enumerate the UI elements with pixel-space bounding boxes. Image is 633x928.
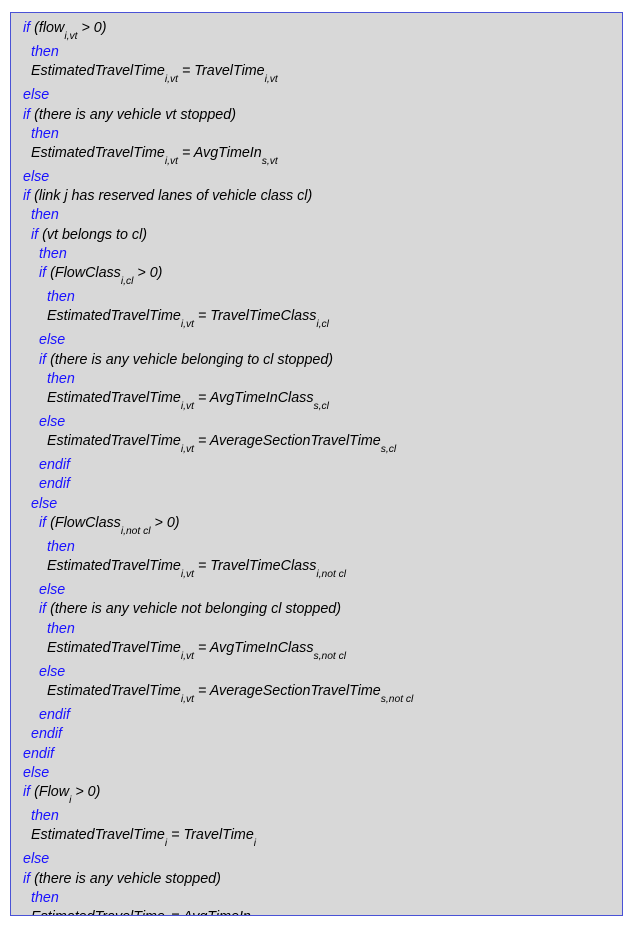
code-line: then	[19, 245, 614, 264]
code-line: then	[19, 43, 614, 62]
code-line: then	[19, 538, 614, 557]
code-line: then	[19, 620, 614, 639]
code-line: then	[19, 288, 614, 307]
page: if (flowi,vt > 0)thenEstimatedTravelTime…	[0, 0, 633, 928]
code-line: then	[19, 807, 614, 826]
code-line: if (vt belongs to cl)	[19, 226, 614, 245]
code-line: if (there is any vehicle belonging to cl…	[19, 351, 614, 370]
code-line: EstimatedTravelTimei = AvgTimeIns	[19, 908, 614, 916]
code-line: EstimatedTravelTimei,vt = AverageSection…	[19, 432, 614, 456]
code-line: else	[19, 168, 614, 187]
code-line: if (FlowClassi,cl > 0)	[19, 264, 614, 288]
code-line: else	[19, 663, 614, 682]
code-line: EstimatedTravelTimei,vt = AvgTimeIns,vt	[19, 144, 614, 168]
code-line: else	[19, 413, 614, 432]
code-line: else	[19, 331, 614, 350]
code-line: EstimatedTravelTimei,vt = AvgTimeInClass…	[19, 389, 614, 413]
code-line: EstimatedTravelTimei,vt = TravelTimeClas…	[19, 557, 614, 581]
code-line: if (link j has reserved lanes of vehicle…	[19, 187, 614, 206]
code-line: else	[19, 495, 614, 514]
code-line: then	[19, 889, 614, 908]
code-line: else	[19, 764, 614, 783]
code-line: EstimatedTravelTimei,vt = TravelTimeClas…	[19, 307, 614, 331]
code-line: if (Flowi > 0)	[19, 783, 614, 807]
code-line: if (there is any vehicle stopped)	[19, 870, 614, 889]
code-line: if (FlowClassi,not cl > 0)	[19, 514, 614, 538]
code-line: if (there is any vehicle not belonging c…	[19, 600, 614, 619]
code-line: if (there is any vehicle vt stopped)	[19, 106, 614, 125]
code-line: EstimatedTravelTimei,vt = AverageSection…	[19, 682, 614, 706]
code-line: endif	[19, 706, 614, 725]
code-line: else	[19, 850, 614, 869]
code-line: endif	[19, 456, 614, 475]
code-line: endif	[19, 745, 614, 764]
pseudocode-box: if (flowi,vt > 0)thenEstimatedTravelTime…	[10, 12, 623, 916]
code-line: else	[19, 581, 614, 600]
code-line: if (flowi,vt > 0)	[19, 19, 614, 43]
code-line: then	[19, 206, 614, 225]
code-line: endif	[19, 475, 614, 494]
code-line: else	[19, 86, 614, 105]
code-line: EstimatedTravelTimei = TravelTimei	[19, 826, 614, 850]
code-line: EstimatedTravelTimei,vt = TravelTimei,vt	[19, 62, 614, 86]
code-line: then	[19, 370, 614, 389]
code-line: EstimatedTravelTimei,vt = AvgTimeInClass…	[19, 639, 614, 663]
code-line: then	[19, 125, 614, 144]
code-line: endif	[19, 725, 614, 744]
